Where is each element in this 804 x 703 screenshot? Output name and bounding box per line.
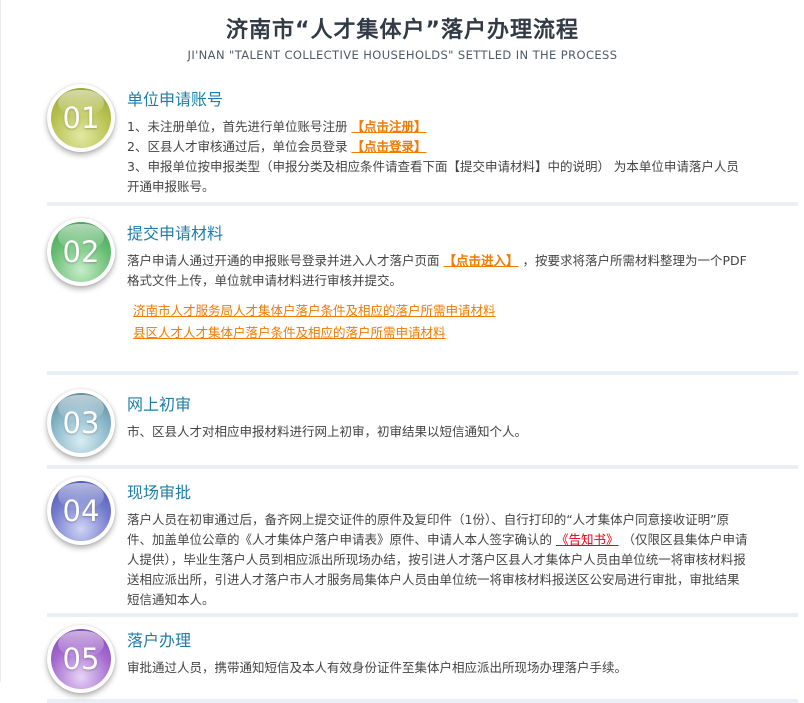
step-1-line-2-text: 2、区县人才审核通过后，单位会员登录 (127, 139, 351, 154)
step-5-content: 落户办理 审批通过人员，携带通知短信及本人有效身份证件至集体户相应派出所现场办理… (127, 625, 750, 678)
click-login-link[interactable]: 【点击登录】 (351, 139, 426, 154)
step-2-title: 提交申请材料 (127, 220, 750, 244)
step-2-number: 02 (51, 222, 111, 282)
step-5-number: 05 (51, 629, 111, 689)
step-3-body: 市、区县人才对相应申报材料进行网上初审，初审结果以短信通知个人。 (127, 422, 750, 442)
step-1-line-3-text: 3、申报单位按申报类型（申报分类及相应条件请查看下面【提交申请材料】中的说明） … (127, 159, 739, 194)
section-divider-2 (47, 371, 798, 375)
step-3-badge: 03 (47, 389, 115, 457)
step-2-para-pre: 落户申请人通过开通的申报账号登录并进入人才落户页面 (127, 253, 443, 268)
step-5-text: 审批通过人员，携带通知短信及本人有效身份证件至集体户相应派出所现场办理落户手续。 (127, 658, 750, 678)
step-1-line-2: 2、区县人才审核通过后，单位会员登录 【点击登录】 (127, 137, 750, 157)
step-4-title: 现场审批 (127, 479, 750, 503)
step-1-unit-account: 01 单位申请账号 1、未注册单位，首先进行单位账号注册 【点击注册】 2、区县… (1, 84, 804, 197)
step-4-body: 落户人员在初审通过后，备齐网上提交证件的原件及复印件（1份）、自行打印的“人才集… (127, 510, 750, 610)
step-4-onsite-approval: 04 现场审批 落户人员在初审通过后，备齐网上提交证件的原件及复印件（1份）、自… (1, 477, 804, 610)
section-divider-3 (47, 465, 798, 469)
step-1-title: 单位申请账号 (127, 86, 750, 110)
city-talent-bureau-materials-link[interactable]: 济南市人才服务局人才集体户落户条件及相应的落户所需申请材料 (133, 303, 496, 318)
section-divider-1 (47, 202, 798, 206)
step-3-online-review: 03 网上初审 市、区县人才对相应申报材料进行网上初审，初审结果以短信通知个人。 (1, 389, 804, 457)
county-talent-materials-link[interactable]: 县区人才人才集体户落户条件及相应的落户所需申请材料 (133, 325, 446, 340)
step-5-settlement-handling: 05 落户办理 审批通过人员，携带通知短信及本人有效身份证件至集体户相应派出所现… (1, 625, 804, 693)
section-divider-5 (47, 699, 798, 703)
notice-letter-link[interactable]: 《告知书》 (556, 532, 619, 547)
step-1-content: 单位申请账号 1、未注册单位，首先进行单位账号注册 【点击注册】 2、区县人才审… (127, 84, 750, 197)
step-1-number: 01 (51, 88, 111, 148)
step-2-badge: 02 (47, 218, 115, 286)
step-2-body: 落户申请人通过开通的申报账号登录并进入人才落户页面 【点击进入】 ，按要求将落户… (127, 251, 750, 344)
step-1-line-1: 1、未注册单位，首先进行单位账号注册 【点击注册】 (127, 117, 750, 137)
step-4-paragraph: 落户人员在初审通过后，备齐网上提交证件的原件及复印件（1份）、自行打印的“人才集… (127, 510, 750, 610)
step-5-body: 审批通过人员，携带通知短信及本人有效身份证件至集体户相应派出所现场办理落户手续。 (127, 658, 750, 678)
step-4-content: 现场审批 落户人员在初审通过后，备齐网上提交证件的原件及复印件（1份）、自行打印… (127, 477, 750, 610)
page-title: 济南市“人才集体户”落户办理流程 (1, 12, 804, 44)
step-3-title: 网上初审 (127, 391, 750, 415)
step-4-badge: 04 (47, 477, 115, 545)
step-5-badge: 05 (47, 625, 115, 693)
step-3-content: 网上初审 市、区县人才对相应申报材料进行网上初审，初审结果以短信通知个人。 (127, 389, 750, 442)
step-3-number: 03 (51, 393, 111, 453)
step-3-text: 市、区县人才对相应申报材料进行网上初审，初审结果以短信通知个人。 (127, 422, 750, 442)
material-links: 济南市人才服务局人才集体户落户条件及相应的落户所需申请材料 县区人才人才集体户落… (127, 300, 750, 344)
step-4-number: 04 (51, 481, 111, 541)
click-enter-link[interactable]: 【点击进入】 (443, 253, 518, 268)
step-1-line-3: 3、申报单位按申报类型（申报分类及相应条件请查看下面【提交申请材料】中的说明） … (127, 157, 750, 197)
step-5-title: 落户办理 (127, 627, 750, 651)
step-2-submit-materials: 02 提交申请材料 落户申请人通过开通的申报账号登录并进入人才落户页面 【点击进… (1, 218, 804, 344)
material-link-line-1: 济南市人才服务局人才集体户落户条件及相应的落户所需申请材料 (133, 300, 750, 322)
page-subtitle: JI'NAN "TALENT COLLECTIVE HOUSEHOLDS" SE… (1, 48, 804, 62)
step-2-content: 提交申请材料 落户申请人通过开通的申报账号登录并进入人才落户页面 【点击进入】 … (127, 218, 750, 344)
section-divider-4 (47, 613, 798, 617)
step-1-badge: 01 (47, 84, 115, 152)
step-1-body: 1、未注册单位，首先进行单位账号注册 【点击注册】 2、区县人才审核通过后，单位… (127, 117, 750, 197)
click-register-link[interactable]: 【点击注册】 (351, 119, 426, 134)
material-link-line-2: 县区人才人才集体户落户条件及相应的落户所需申请材料 (133, 322, 750, 344)
page-header: 济南市“人才集体户”落户办理流程 JI'NAN "TALENT COLLECTI… (1, 0, 804, 62)
step-1-line-1-text: 1、未注册单位，首先进行单位账号注册 (127, 119, 351, 134)
step-2-paragraph: 落户申请人通过开通的申报账号登录并进入人才落户页面 【点击进入】 ，按要求将落户… (127, 251, 750, 291)
